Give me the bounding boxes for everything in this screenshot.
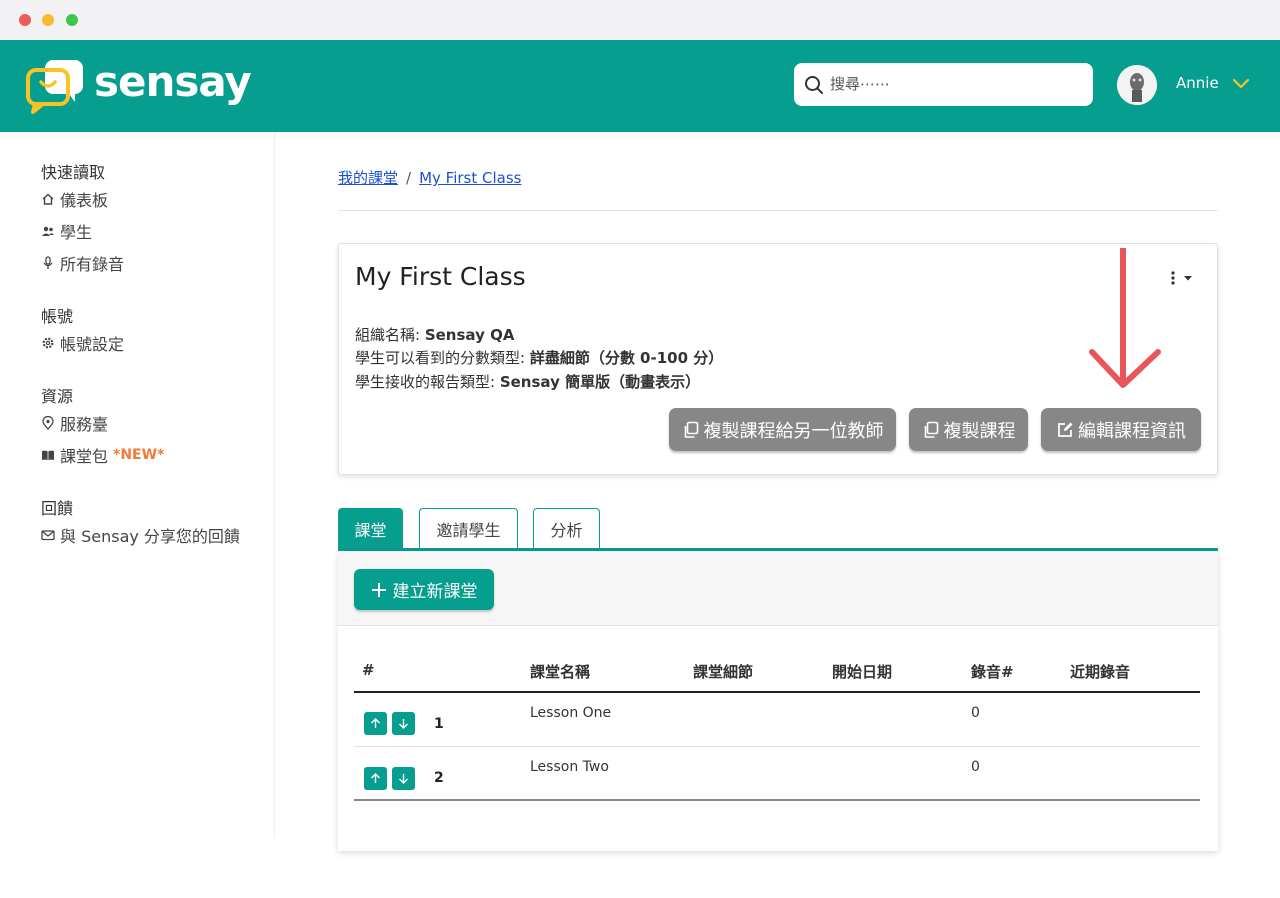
column-header-recording-count: 錄音# (971, 663, 1014, 681)
table-row-divider (354, 746, 1200, 747)
column-header-recent-recordings: 近期錄音 (1070, 663, 1131, 681)
sidebar-item-label: 帳號設定 (60, 335, 125, 354)
copy-course-to-teacher-button[interactable]: 複製課程給另一位教師 (669, 408, 896, 451)
app-header: sensay Annie (0, 40, 1280, 132)
breadcrumb: 我的課堂 / My First Class (338, 167, 521, 188)
sidebar-item-account-settings[interactable]: 帳號設定 (41, 331, 124, 355)
sidebar-item-label: 服務臺 (60, 415, 109, 434)
class-info-card: My First Class 組織名稱: Sensay QA 學生可以看到的分數… (338, 243, 1218, 475)
table-header-line (354, 691, 1200, 693)
location-pin-icon (42, 416, 54, 430)
sidebar-item-help-desk[interactable]: 服務臺 (41, 411, 108, 435)
move-down-button[interactable] (392, 767, 415, 790)
window-close-button[interactable] (19, 14, 31, 26)
mail-icon (41, 530, 55, 541)
copy-course-to-teacher-label: 複製課程給另一位教師 (703, 420, 884, 442)
create-lesson-button[interactable]: 建立新課堂 (354, 569, 494, 610)
arrow-down-annotation-icon (1089, 248, 1161, 388)
users-icon (42, 226, 54, 236)
window-maximize-button[interactable] (66, 14, 78, 26)
recording-count: 0 (971, 705, 980, 721)
move-up-button[interactable] (364, 712, 387, 735)
window-minimize-button[interactable] (42, 14, 54, 26)
edit-course-info-label: 編輯課程資訊 (1078, 420, 1186, 442)
score-type-value: 詳盡細節（分數 0-100 分） (529, 349, 724, 367)
sidebar-item-label: 課堂包 (60, 447, 109, 466)
sidebar-item-dashboard[interactable]: 儀表板 (41, 187, 108, 211)
sidebar-item-label: 與 Sensay 分享您的回饋 (60, 527, 240, 546)
report-type-label: 學生接收的報告類型: (355, 373, 500, 391)
copy-icon (684, 421, 698, 438)
breadcrumb-my-classes-link[interactable]: 我的課堂 (338, 169, 398, 187)
arrow-up-icon (371, 718, 380, 728)
org-label: 組織名稱: (355, 326, 425, 344)
lessons-panel: 建立新課堂 # 課堂名稱 課堂細節 開始日期 錄音# 近期錄音 1 Lesson… (338, 551, 1218, 851)
sensay-logo-icon[interactable] (25, 58, 85, 114)
table-bottom-line (354, 799, 1200, 801)
move-down-button[interactable] (392, 712, 415, 735)
search-icon (805, 76, 823, 94)
breadcrumb-current-class-link[interactable]: My First Class (419, 169, 521, 187)
move-up-button[interactable] (364, 767, 387, 790)
microphone-icon (43, 256, 53, 269)
score-type-label: 學生可以看到的分數類型: (355, 349, 530, 367)
create-lesson-label: 建立新課堂 (392, 582, 478, 602)
lesson-name-link[interactable]: Lesson Two (530, 759, 609, 775)
search-input[interactable] (830, 73, 1080, 95)
tab-analytics[interactable]: 分析 (533, 508, 600, 548)
sidebar-item-recordings[interactable]: 所有錄音 (41, 251, 124, 275)
sidebar-item-class-packs[interactable]: 課堂包 *NEW* (41, 443, 164, 467)
column-header-number: # (362, 661, 375, 679)
class-tabs: 課堂 邀請學生 分析 (338, 508, 1218, 552)
sidebar-item-share-feedback[interactable]: 與 Sensay 分享您的回饋 (41, 523, 240, 547)
sidebar-group-resources: 資源 (41, 387, 74, 406)
class-title: My First Class (355, 262, 526, 291)
lessons-toolbar: 建立新課堂 (338, 551, 1218, 626)
user-name[interactable]: Annie (1176, 74, 1219, 92)
plus-icon (371, 582, 386, 597)
arrow-up-icon (371, 773, 380, 783)
org-info: 組織名稱: Sensay QA (355, 324, 514, 345)
more-options-icon[interactable] (1165, 270, 1199, 286)
copy-icon (924, 421, 938, 438)
brand-name: sensay (94, 57, 252, 106)
tab-lessons[interactable]: 課堂 (338, 508, 403, 548)
sidebar-group-account: 帳號 (41, 307, 74, 326)
table-row-number: 2 (434, 770, 444, 786)
arrow-down-icon (399, 719, 408, 729)
book-icon (42, 450, 54, 461)
sidebar-item-label: 所有錄音 (60, 255, 125, 274)
gear-icon (42, 337, 54, 349)
report-type-value: Sensay 簡單版（動畫表示） (499, 373, 701, 391)
breadcrumb-separator: / (406, 169, 412, 187)
new-badge: *NEW* (113, 447, 165, 463)
home-icon (42, 193, 54, 205)
window-titlebar (0, 0, 1280, 40)
column-header-lesson-details: 課堂細節 (693, 663, 754, 681)
user-avatar[interactable] (1117, 65, 1157, 105)
column-header-start-date: 開始日期 (832, 663, 893, 681)
score-type-info: 學生可以看到的分數類型: 詳盡細節（分數 0-100 分） (355, 347, 723, 368)
report-type-info: 學生接收的報告類型: Sensay 簡單版（動畫表示） (355, 371, 700, 392)
breadcrumb-divider (338, 210, 1218, 211)
sidebar-item-label: 學生 (60, 223, 93, 242)
org-value: Sensay QA (424, 326, 515, 344)
lesson-name-link[interactable]: Lesson One (530, 705, 611, 721)
chevron-down-icon[interactable] (1232, 76, 1250, 90)
tab-invite-students[interactable]: 邀請學生 (419, 508, 518, 548)
search-box[interactable] (794, 63, 1093, 106)
table-row-number: 1 (434, 716, 444, 732)
avatar-image-icon (1117, 65, 1157, 105)
copy-course-button[interactable]: 複製課程 (909, 408, 1028, 451)
column-header-lesson-name: 課堂名稱 (530, 663, 591, 681)
sidebar-item-students[interactable]: 學生 (41, 219, 92, 243)
arrow-down-icon (399, 774, 408, 784)
edit-icon (1058, 422, 1073, 437)
sidebar-group-feedback: 回饋 (41, 499, 74, 518)
copy-course-label: 複製課程 (943, 420, 1016, 442)
edit-course-info-button[interactable]: 編輯課程資訊 (1041, 408, 1201, 451)
sidebar-group-quick-access: 快速讀取 (41, 163, 106, 182)
sidebar-item-label: 儀表板 (60, 191, 109, 210)
recording-count: 0 (971, 759, 980, 775)
